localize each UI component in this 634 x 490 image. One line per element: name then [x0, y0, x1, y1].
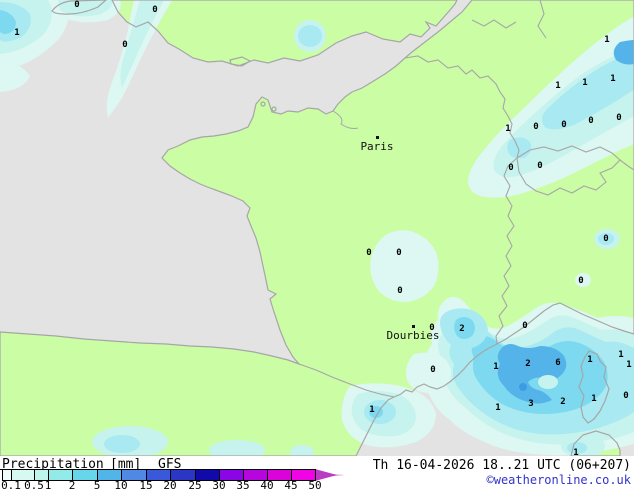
precip-value-label: 0 [522, 321, 527, 331]
precip-value-label: 0 [366, 248, 371, 258]
legend-scale-value: 15 [139, 479, 152, 490]
legend-scale-value: 35 [236, 479, 249, 490]
precip-value-label: 0 [429, 323, 434, 333]
precip-value-label: 0 [578, 276, 583, 286]
precip-value-label: 6 [555, 358, 560, 368]
precip-value-label: 2 [459, 324, 464, 334]
legend-scale-value: 25 [188, 479, 201, 490]
precipitation-map[interactable]: ParisDourbies 100011111 0 0 0 00 00 000000 2011… [0, 0, 634, 456]
precip-area-gulf [405, 352, 452, 393]
precip-value-label: 1 [369, 405, 374, 415]
city-label: Paris [360, 140, 393, 153]
precip-value-label: 0 [588, 116, 593, 126]
precip-value-label: 3 [528, 399, 533, 409]
city-marker [376, 136, 379, 139]
legend-scale-value: 10 [114, 479, 127, 490]
precip-value-label: 0 [561, 120, 566, 130]
precip-value-label: 1 [505, 124, 510, 134]
legend-scale-value: 5 [94, 479, 101, 490]
precip-value-label: 1 [618, 350, 623, 360]
precip-value-label: 1 [573, 448, 578, 456]
precip-value-label: 1 [493, 362, 498, 372]
precip-value-label: 0 [430, 365, 435, 375]
precip-value-label: 0 [616, 113, 621, 123]
precip-value-label: 2 [560, 397, 565, 407]
precip-value-label: 1 [555, 81, 560, 91]
precip-value-label: 0 [623, 391, 628, 401]
legend: Precipitation [mm] GFS Th 16-04-2026 18.… [0, 456, 634, 490]
precip-value-label: 1 [604, 35, 609, 45]
precip-value-label: 0 [122, 40, 127, 50]
precip-value-label: 1 [610, 74, 615, 84]
legend-scale-value: 20 [163, 479, 176, 490]
precip-value-label: 0 [397, 286, 402, 296]
forecast-datetime: Th 16-04-2026 18..21 UTC (06+207) [373, 458, 631, 473]
precip-value-label: 0 [533, 122, 538, 132]
precip-value-label: 0 [603, 234, 608, 244]
city-marker [412, 325, 415, 328]
weather-map-page: Paris Dourbies 10001111100000000000002011… [0, 0, 634, 490]
legend-scale-value: 0.1 [1, 479, 21, 490]
precip-value-label: 1 [495, 403, 500, 413]
precip-value-label: 1 [626, 360, 631, 370]
legend-scale-value: 2 [69, 479, 76, 490]
precip-value-label: 1 [582, 78, 587, 88]
precip-value-label: 0 [74, 0, 79, 10]
legend-scale-value: 45 [284, 479, 297, 490]
precip-value-label: 0 [396, 248, 401, 258]
precip-value-label: 0 [537, 161, 542, 171]
copyright-notice: ©weatheronline.co.uk [487, 473, 632, 487]
legend-scale-value: 0.5 [24, 479, 44, 490]
legend-scale-value: 40 [260, 479, 273, 490]
precip-value-label: 2 [525, 359, 530, 369]
precip-value-label: 0 [508, 163, 513, 173]
precip-value-label: 1 [14, 28, 19, 38]
precip-value-label: 1 [591, 394, 596, 404]
legend-scale-value: 1 [45, 479, 52, 490]
legend-scale-value: 30 [212, 479, 225, 490]
precip-value-label: 1 [587, 355, 592, 365]
legend-scale-value: 50 [308, 479, 321, 490]
precip-value-label: 0 [152, 5, 157, 15]
